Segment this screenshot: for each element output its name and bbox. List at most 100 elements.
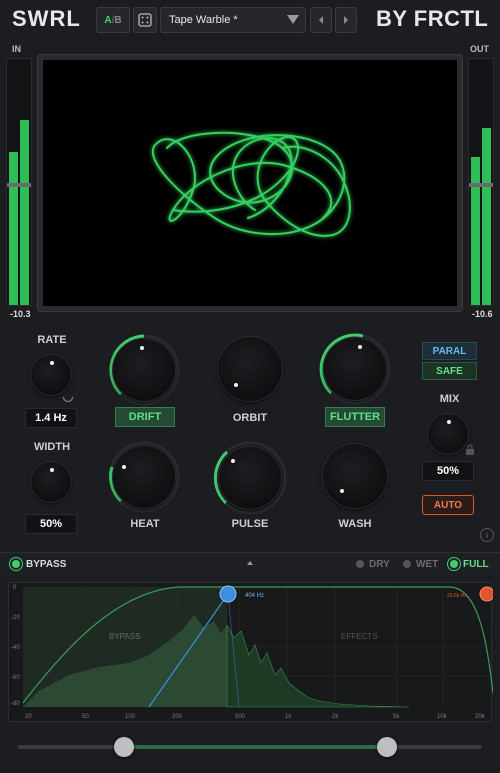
parallel-button[interactable]: PARAL <box>422 342 477 360</box>
y-axis-ticks: 0 -20 -40 -60 -80 <box>11 585 20 707</box>
crossover-freq-label: 404 Hz <box>245 593 264 599</box>
wash-knob[interactable] <box>323 444 387 508</box>
input-meter-bar-left <box>9 152 18 305</box>
pulse-knob-indicator <box>231 459 235 463</box>
width-label: WIDTH <box>33 441 71 453</box>
x-axis-ticks: 20 50 100 200 500 1k 2k 5k 10k 20k <box>25 714 486 720</box>
flutter-button[interactable]: FLUTTER <box>325 407 385 427</box>
waveform-trace <box>151 131 351 237</box>
input-gain-handle[interactable] <box>7 183 31 187</box>
input-meter-bar-right <box>20 120 29 305</box>
full-label: FULL <box>463 559 489 570</box>
ab-compare-button[interactable]: A / B <box>96 7 130 33</box>
brand-logo: SWRL <box>12 6 81 31</box>
bypass-toggle[interactable] <box>12 560 20 568</box>
ab-b-label: B <box>114 14 122 26</box>
input-meter <box>6 58 32 306</box>
x-tick: 500 <box>235 714 246 720</box>
mix-label: MIX <box>439 393 460 405</box>
drift-button[interactable]: DRIFT <box>115 407 175 427</box>
width-value[interactable]: 50% <box>25 514 77 534</box>
y-tick: -20 <box>11 615 20 621</box>
x-tick: 2k <box>332 714 339 720</box>
output-meter <box>468 58 494 306</box>
heat-label: HEAT <box>130 518 160 530</box>
prev-preset-button[interactable] <box>310 7 332 33</box>
wet-radio[interactable] <box>403 560 411 568</box>
bypass-label: BYPASS <box>26 559 67 570</box>
mix-value[interactable]: 50% <box>422 461 474 481</box>
output-meter-bar-right <box>482 128 491 305</box>
rate-value[interactable]: 1.4 Hz <box>25 408 77 428</box>
x-tick: 1k <box>285 714 292 720</box>
flutter-knob-indicator <box>358 345 362 349</box>
x-tick: 5k <box>393 714 400 720</box>
x-tick: 20k <box>475 714 486 720</box>
y-tick: -80 <box>11 701 20 707</box>
chevron-left-icon <box>319 16 323 24</box>
collapse-arrow-icon[interactable] <box>246 560 254 566</box>
x-tick: 10k <box>437 714 448 720</box>
output-meter-label: OUT <box>470 44 489 54</box>
pulse-knob[interactable] <box>219 447 281 509</box>
safe-button[interactable]: SAFE <box>422 362 477 380</box>
effects-region-label: EFFECTS <box>341 632 377 641</box>
spectrum-analyzer[interactable]: 404 Hz 20.6k Hz BYPASS EFFECTS 0 -20 -40… <box>8 582 495 722</box>
x-tick: 200 <box>172 714 183 720</box>
mix-knob[interactable] <box>428 414 468 454</box>
heat-knob-indicator <box>122 465 126 469</box>
auto-button[interactable]: AUTO <box>422 495 474 515</box>
mix-knob-indicator <box>447 420 451 424</box>
high-cut-handle[interactable] <box>479 586 495 602</box>
rate-sync-icon[interactable] <box>62 396 74 404</box>
output-gain-handle[interactable] <box>469 183 493 187</box>
drift-knob[interactable] <box>113 339 175 401</box>
effects-spectrum-fill <box>226 624 410 708</box>
lock-icon[interactable] <box>465 444 475 455</box>
drift-knob-indicator <box>140 346 144 350</box>
dry-label: DRY <box>369 559 390 570</box>
x-tick: 50 <box>82 714 89 720</box>
rate-knob-indicator <box>50 361 54 365</box>
rate-knob[interactable] <box>31 355 71 395</box>
dice-icon <box>138 13 152 27</box>
randomize-button[interactable] <box>133 7 157 33</box>
dry-radio[interactable] <box>356 560 364 568</box>
pulse-label: PULSE <box>231 518 269 530</box>
range-slider-fill <box>124 745 388 749</box>
crossover-handle[interactable] <box>219 585 237 603</box>
high-cut-freq-label: 20.6k Hz <box>447 593 467 599</box>
flutter-knob[interactable] <box>324 338 386 400</box>
info-button[interactable]: i <box>480 528 494 542</box>
input-meter-label: IN <box>12 44 21 54</box>
output-level-value: -10.6 <box>472 309 493 319</box>
lissajous-visualizer <box>43 60 457 306</box>
wash-knob-indicator <box>340 489 344 493</box>
orbit-knob[interactable] <box>218 337 282 401</box>
brand-byline: BY FRCTL <box>376 6 489 31</box>
width-knob-indicator <box>50 468 54 472</box>
wash-label: WASH <box>338 518 372 530</box>
x-tick: 100 <box>125 714 136 720</box>
orbit-label: ORBIT <box>232 412 268 424</box>
width-knob[interactable] <box>31 462 71 502</box>
spectrum-graph: 404 Hz 20.6k Hz BYPASS EFFECTS 0 -20 -40… <box>11 585 495 720</box>
y-tick: -40 <box>11 645 20 651</box>
heat-knob[interactable] <box>113 446 175 508</box>
x-tick: 20 <box>25 714 32 720</box>
full-radio[interactable] <box>450 560 458 568</box>
input-level-value: -10.3 <box>10 309 31 319</box>
rate-label: RATE <box>37 334 67 346</box>
y-tick: 0 <box>13 585 17 591</box>
range-slider-low-thumb[interactable] <box>114 737 134 757</box>
next-preset-button[interactable] <box>335 7 357 33</box>
wet-label: WET <box>416 559 439 570</box>
preset-name: Tape Warble * <box>169 14 238 26</box>
y-tick: -60 <box>11 675 20 681</box>
chevron-right-icon <box>344 16 348 24</box>
orbit-knob-indicator <box>234 383 238 387</box>
ab-a-label: A <box>104 14 112 26</box>
output-meter-bar-left <box>471 157 480 305</box>
preset-selector[interactable]: Tape Warble * <box>160 7 306 33</box>
range-slider-high-thumb[interactable] <box>377 737 397 757</box>
